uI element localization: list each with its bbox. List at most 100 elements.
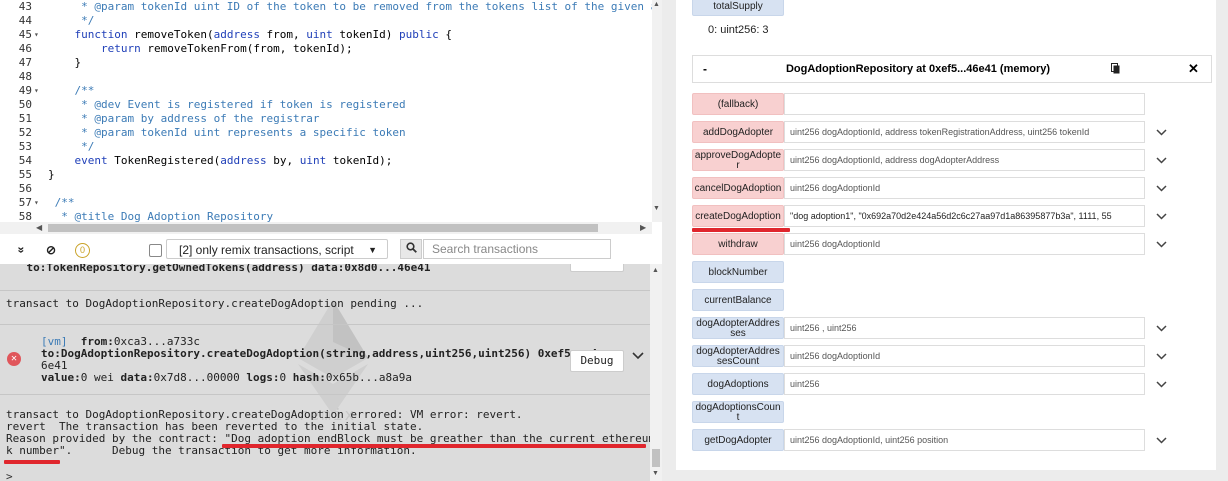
adddogadopter-input[interactable]: uint256 dogAdoptionId, address tokenRegi… [784, 121, 1145, 143]
clear-console-icon[interactable]: ⊘ [46, 243, 56, 257]
line-number: 45 [18, 28, 32, 41]
code-token: /** [48, 84, 95, 97]
code-token: event [74, 154, 108, 167]
code-token: removeToken( [127, 28, 214, 41]
code-token: { [438, 28, 453, 41]
code-token: /** [48, 196, 75, 209]
chevron-down-icon[interactable] [1156, 129, 1167, 136]
adddogadopter-button[interactable]: addDogAdopter [692, 121, 784, 143]
dogadoptions-button[interactable]: dogAdoptions [692, 373, 784, 395]
code-line[interactable]: 50 * @dev Event is registered if token i… [0, 98, 652, 112]
code-line[interactable]: 48 [0, 70, 652, 84]
code-text: * @param by address of the registrar [48, 112, 319, 126]
code-line[interactable]: 47 } [0, 56, 652, 70]
dogadopteraddresses-button[interactable]: dogAdopterAddres ses [692, 317, 784, 339]
withdraw-button[interactable]: withdraw [692, 233, 784, 255]
code-line[interactable]: 45 ▾ function removeToken(address from, u… [0, 28, 652, 42]
terminal-log[interactable]: to:TokenRepository.getOwnedTokens(addres… [0, 264, 650, 481]
code-line[interactable]: 53 */ [0, 140, 652, 154]
code-token: tokenId); [326, 154, 393, 167]
chevron-down-icon[interactable] [1156, 325, 1167, 332]
currentbalance-button[interactable]: currentBalance [692, 289, 784, 311]
code-line[interactable]: 52 * @param tokenId uint represents a sp… [0, 126, 652, 140]
copy-icon[interactable] [1111, 63, 1120, 74]
chevron-down-icon[interactable] [1156, 157, 1167, 164]
getdogadopter-button[interactable]: getDogAdopter [692, 429, 784, 451]
approvedogadopter-button[interactable]: approveDogAdopte r [692, 149, 784, 171]
scroll-up-icon[interactable]: ▲ [653, 1, 660, 8]
dogadopteraddressescount-input[interactable]: uint256 dogAdoptionId [784, 345, 1145, 367]
terminal-scrollbar[interactable]: ▲ ▼ [650, 264, 662, 481]
blocknumber-button[interactable]: blockNumber [692, 261, 784, 283]
code-line[interactable]: 43 * @param tokenId uint ID of the token… [0, 0, 658, 14]
code-token: */ [48, 140, 95, 153]
listen-network-checkbox[interactable] [149, 244, 162, 257]
tx-filter-dropdown[interactable]: [2] only remix transactions, script ▼ [166, 239, 388, 259]
canceldogadoption-input[interactable]: uint256 dogAdoptionId [784, 177, 1145, 199]
code-text: * @param tokenId uint ID of the token to… [48, 0, 657, 14]
scroll-down-icon[interactable]: ▼ [652, 470, 659, 477]
canceldogadoption-button[interactable]: cancelDogAdoption [692, 177, 784, 199]
dogadopteraddresses-input[interactable]: uint256 , uint256 [784, 317, 1145, 339]
code-line[interactable]: 46 return removeTokenFrom(from, tokenId)… [0, 42, 652, 56]
chevron-down-icon[interactable] [1156, 185, 1167, 192]
chevron-down-icon[interactable] [1156, 381, 1167, 388]
collapse-terminal-icon[interactable]: » [14, 247, 28, 254]
code-text: } [48, 168, 55, 182]
terminal-prompt[interactable]: > [6, 470, 13, 481]
scroll-left-icon[interactable]: ◀ [36, 223, 42, 232]
code-token: } [48, 56, 82, 69]
code-token: * @param tokenId uint represents a speci… [48, 126, 406, 139]
scroll-up-icon[interactable]: ▲ [652, 267, 659, 274]
code-line[interactable]: 51 * @param by address of the registrar [0, 112, 652, 126]
debug-button[interactable]: Debug [570, 350, 624, 372]
fold-arrow-icon[interactable]: ▾ [34, 84, 44, 98]
dogadoptionscount-button[interactable]: dogAdoptionsCoun t [692, 401, 784, 423]
chevron-down-icon[interactable] [1156, 437, 1167, 444]
chevron-down-icon[interactable] [1156, 241, 1167, 248]
code-line[interactable]: 44 */ [0, 14, 652, 28]
scroll-down-icon[interactable]: ▼ [653, 205, 660, 212]
code-line[interactable]: 49 ▾ /** [0, 84, 652, 98]
code-line[interactable]: 54 event TokenRegistered(address by, uin… [0, 154, 652, 168]
fold-arrow-icon[interactable]: ▾ [34, 196, 44, 210]
dogadoptions-input[interactable]: uint256 [784, 373, 1145, 395]
search-icon[interactable] [400, 239, 422, 259]
fallback-button[interactable]: (fallback) [692, 93, 784, 115]
terminal-scroll-thumb[interactable] [652, 449, 660, 467]
previous-debug-button[interactable] [570, 264, 624, 272]
function-label: (fallback) [717, 99, 759, 110]
log-separator [0, 394, 650, 395]
getdogadopter-input[interactable]: uint256 dogAdoptionId, uint256 position [784, 429, 1145, 451]
search-transactions-input[interactable] [423, 239, 611, 259]
dogadopteraddressescount-button[interactable]: dogAdopterAddres sesCount [692, 345, 784, 367]
run-panel: totalSupply 0: uint256: 3 - DogAdoptionR… [662, 0, 1228, 481]
chevron-down-icon[interactable] [1156, 353, 1167, 360]
total-supply-button[interactable]: totalSupply [692, 0, 784, 16]
code-line[interactable]: 55} [0, 168, 652, 182]
createdogadoption-button[interactable]: createDogAdoption [692, 205, 784, 227]
line-number: 51 [18, 112, 32, 125]
approvedogadopter-input[interactable]: uint256 dogAdoptionId, address dogAdopte… [784, 149, 1145, 171]
chevron-down-icon[interactable] [1156, 213, 1167, 220]
line-number: 53 [18, 140, 32, 153]
line-number: 48 [18, 70, 32, 83]
code-text: /** [48, 84, 94, 98]
close-icon[interactable]: ✕ [1188, 61, 1199, 77]
function-label: withdraw [718, 239, 758, 250]
withdraw-input[interactable]: uint256 dogAdoptionId [784, 233, 1145, 255]
editor-horizontal-scrollbar[interactable]: ◀ ▶ [0, 222, 652, 234]
editor-vertical-scrollbar[interactable]: ▲ ▼ [652, 0, 662, 222]
function-label-wrap: t [736, 412, 740, 423]
fold-arrow-icon[interactable]: ▾ [34, 28, 44, 42]
code-line[interactable]: 57 ▾ /** [0, 196, 652, 210]
code-line[interactable]: 56 [0, 182, 652, 196]
scroll-right-icon[interactable]: ▶ [640, 223, 646, 232]
chevron-down-icon[interactable] [632, 352, 644, 360]
collapse-instance-icon[interactable]: - [703, 62, 707, 76]
createdogadoption-input[interactable]: "dog adoption1", "0x692a70d2e424a56d2c6c… [784, 205, 1145, 227]
fallback-input[interactable] [784, 93, 1145, 115]
editor-horizontal-scroll-thumb[interactable] [48, 224, 598, 232]
code-editor[interactable]: 43 * @param tokenId uint ID of the token… [0, 0, 662, 236]
